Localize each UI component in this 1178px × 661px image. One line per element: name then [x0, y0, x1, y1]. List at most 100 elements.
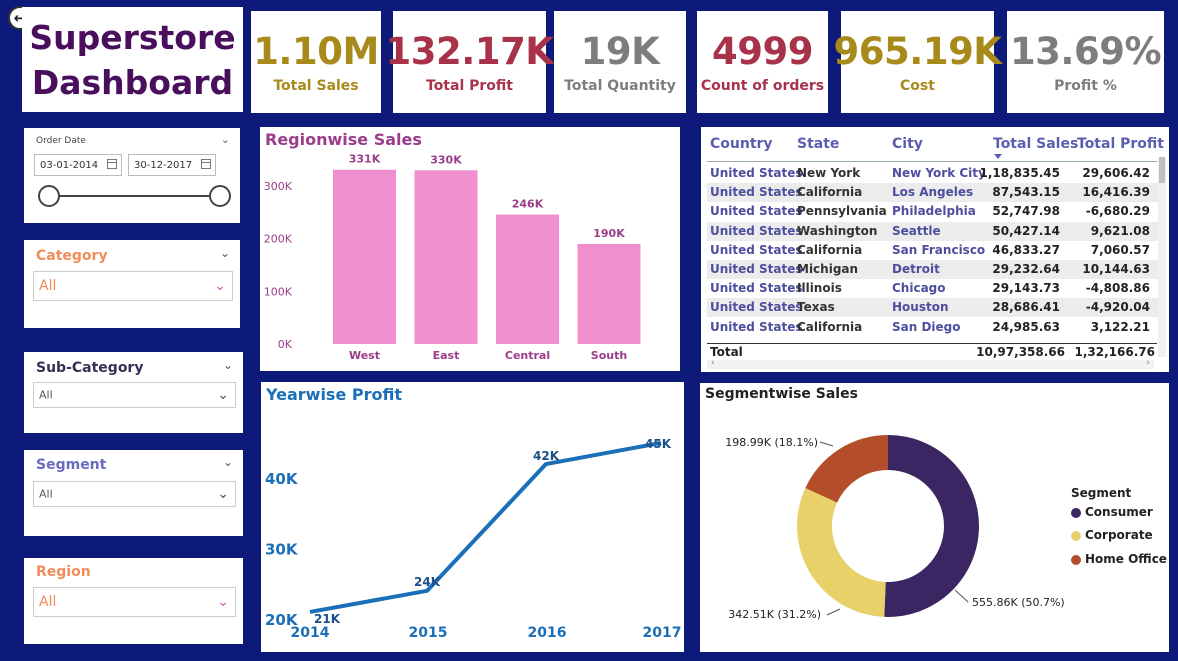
cell-state: New York	[797, 166, 861, 180]
cell-total-sales: 29,143.73	[992, 281, 1060, 296]
cell-city: Seattle	[892, 223, 941, 238]
table-row[interactable]: United States Pennsylvania Philadelphia 52,…	[707, 202, 1158, 221]
calendar-icon[interactable]	[201, 159, 211, 169]
kpi-card-count-of-orders: 4999 Count of orders	[697, 11, 828, 113]
cell-total-profit: 16,416.39	[1082, 185, 1150, 200]
region-value: All	[39, 594, 57, 610]
leader-line	[819, 441, 834, 447]
data-label: 342.51K (31.2%)	[728, 608, 821, 621]
x-tick-label: Central	[505, 349, 550, 362]
end-date-input[interactable]: 30-12-2017	[128, 154, 216, 176]
cell-total-profit: -4,920.04	[1085, 300, 1150, 315]
y-tick-label: 40K	[265, 470, 299, 488]
scroll-right-icon[interactable]: ›	[1146, 358, 1150, 368]
chevron-down-icon: ⌄	[214, 278, 226, 294]
cell-country: United States	[710, 319, 803, 334]
total-divider	[707, 343, 1157, 344]
cell-total-profit: 10,144.63	[1082, 262, 1150, 276]
cell-state: Michigan	[797, 262, 859, 276]
cell-city: Houston	[892, 300, 949, 315]
kpi-card-profit-percent: 13.69% Profit %	[1007, 11, 1164, 113]
cell-state: Washington	[797, 223, 878, 238]
chevron-down-icon[interactable]: ⌄	[221, 133, 230, 146]
header-country[interactable]: Country	[710, 136, 773, 152]
table-horizontal-scrollbar[interactable]: ‹ ›	[707, 358, 1154, 369]
data-label: 246K	[512, 197, 544, 210]
dashboard-title: Superstore Dashboard	[29, 15, 235, 105]
start-date-input[interactable]: 03-01-2014	[34, 154, 122, 176]
cell-city: San Francisco	[892, 242, 986, 257]
legend-item-consumer[interactable]: Consumer	[1071, 505, 1153, 519]
table-row[interactable]: United States California Los Angeles 87,543…	[707, 183, 1158, 203]
x-tick-label: West	[349, 349, 380, 362]
legend-marker	[1071, 554, 1081, 565]
legend-label: Home Office	[1085, 552, 1167, 566]
data-label: 198.99K (18.1%)	[725, 436, 818, 449]
data-label: 555.86K (50.7%)	[972, 596, 1065, 609]
segment-dropdown[interactable]: All ⌄	[33, 481, 236, 507]
cell-total-sales: 29,232.64	[992, 262, 1060, 276]
table-vertical-scrollbar[interactable]	[1158, 157, 1166, 357]
chevron-down-icon[interactable]: ⌄	[223, 455, 233, 469]
cell-city: Detroit	[892, 262, 940, 276]
cell-total-profit: 9,621.08	[1090, 223, 1150, 238]
cell-country: United States	[710, 166, 803, 180]
profit-line	[309, 440, 662, 614]
category-value: All	[39, 278, 57, 294]
bar	[414, 170, 478, 344]
header-state[interactable]: State	[797, 136, 839, 152]
x-tick-label: 2017	[643, 625, 682, 641]
table-row[interactable]: United States California San Francisco 46,8…	[707, 241, 1158, 260]
kpi-card-total-sales: 1.10M Total Sales	[251, 11, 381, 113]
header-total-profit[interactable]: Total Profit	[1077, 136, 1164, 152]
legend-title: Segment	[1071, 486, 1132, 500]
cell-total-profit: 7,060.57	[1090, 242, 1150, 257]
cell-country: United States	[710, 204, 803, 219]
cell-total-profit: -4,808.86	[1085, 281, 1150, 296]
kpi-label: Profit %	[1054, 78, 1117, 94]
table-row[interactable]: United States Illinois Chicago 29,143.73 -4,…	[707, 279, 1158, 298]
date-range-end-handle[interactable]	[209, 185, 231, 207]
data-label: 24K	[414, 575, 441, 589]
y-tick-label: 30K	[265, 541, 299, 559]
header-total-sales[interactable]: Total Sales	[993, 136, 1078, 152]
cell-city: Los Angeles	[892, 185, 974, 200]
kpi-value: 1.10M	[253, 30, 379, 73]
x-tick-label: South	[591, 349, 627, 362]
order-date-slicer: Order Date ⌄ 03-01-2014 30-12-2017	[24, 128, 240, 223]
regionwise-sales-panel: Regionwise Sales 0K 100K 200K 300K 331K West 3…	[260, 127, 680, 371]
data-label: 45K	[645, 437, 672, 451]
chevron-down-icon[interactable]: ⌄	[223, 358, 233, 372]
legend-item-corporate[interactable]: Corporate	[1071, 528, 1153, 542]
cell-state: Pennsylvania	[797, 204, 887, 219]
y-tick-label: 100K	[264, 285, 293, 298]
donut-slice	[884, 435, 979, 617]
kpi-label: Count of orders	[700, 78, 825, 94]
cell-city: New York City	[892, 166, 986, 180]
total-profit-value: 1,32,166.76	[1074, 345, 1155, 359]
table-row[interactable]: United States California San Diego 24,985.6…	[707, 318, 1158, 337]
table-row[interactable]: United States Michigan Detroit 29,232.64 10,…	[707, 260, 1158, 279]
region-dropdown[interactable]: All ⌄	[33, 587, 236, 617]
start-date-value: 03-01-2014	[40, 159, 99, 171]
date-range-start-handle[interactable]	[38, 185, 60, 207]
cell-country: United States	[710, 262, 803, 276]
calendar-icon[interactable]	[107, 159, 117, 169]
chevron-down-icon[interactable]: ⌄	[220, 246, 230, 260]
city-sales-table: Country State City Total Sales Total Pro…	[701, 127, 1169, 372]
date-range-slider-track[interactable]	[48, 195, 220, 197]
region-slicer: Region All ⌄	[24, 558, 243, 644]
category-dropdown[interactable]: All ⌄	[33, 271, 233, 301]
segment-slicer: Segment ⌄ All ⌄	[24, 450, 243, 536]
table-row[interactable]: United States Texas Houston 28,686.41 -4,920…	[707, 298, 1158, 318]
kpi-card-cost: 965.19K Cost	[834, 11, 1002, 113]
header-city[interactable]: City	[892, 136, 923, 152]
sub-category-dropdown[interactable]: All ⌄	[33, 382, 236, 408]
legend-item-home-office[interactable]: Home Office	[1071, 552, 1167, 566]
scroll-left-icon[interactable]: ‹	[711, 358, 715, 368]
table-row[interactable]: United States New York New York City 1,18,8…	[707, 164, 1158, 183]
cell-country: United States	[710, 281, 803, 296]
kpi-value: 13.69%	[1009, 30, 1162, 73]
total-sales-value: 10,97,358.66	[976, 345, 1065, 359]
table-row[interactable]: United States Washington Seattle 50,427.14 9…	[707, 221, 1158, 241]
